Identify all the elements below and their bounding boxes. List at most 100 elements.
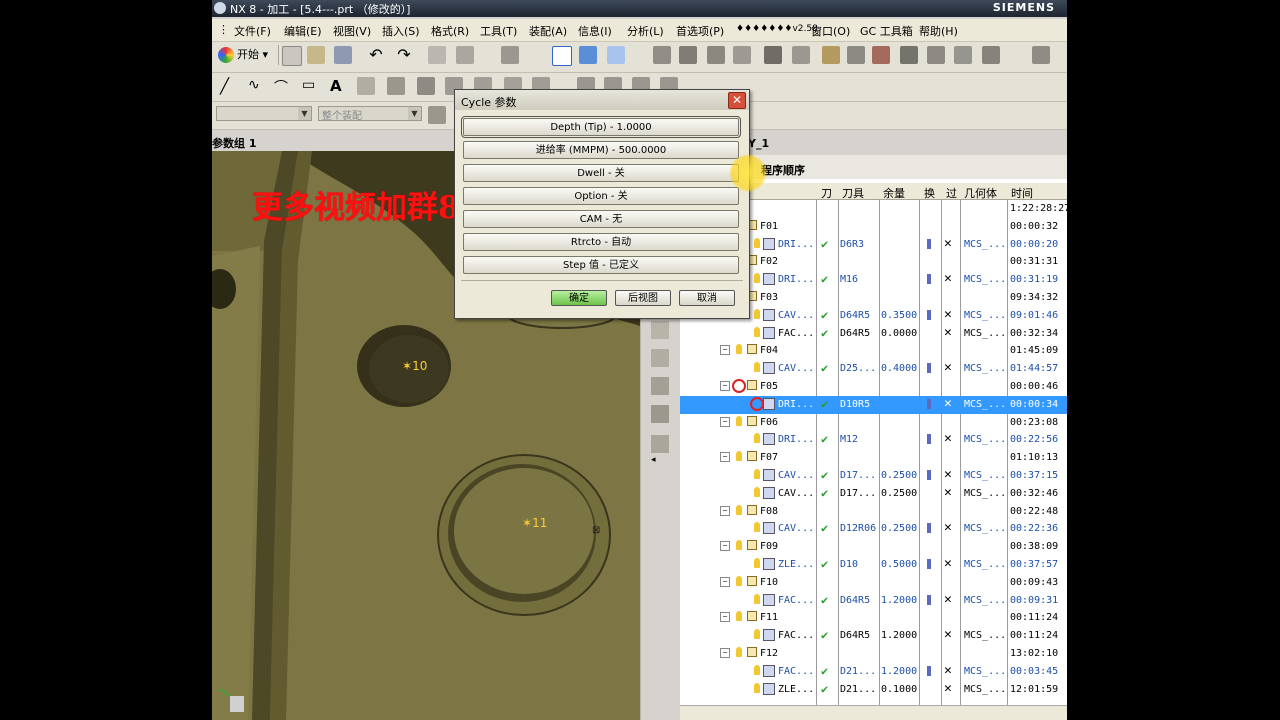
program-group-row[interactable]: − F07 01:10:13 xyxy=(680,449,1067,467)
menu-analysis[interactable]: 分析(L) xyxy=(627,23,664,39)
cut-icon[interactable] xyxy=(428,46,446,64)
operation-row[interactable]: ZLE... ✔ D21... 0.1000 ✕ MCS_... 12:01:59 xyxy=(680,681,1067,699)
menu-information[interactable]: 信息(I) xyxy=(578,23,612,39)
type-filter-combo[interactable]: ▼ xyxy=(216,106,312,121)
arc-icon[interactable]: ⌒ xyxy=(274,77,292,96)
create-program-icon[interactable] xyxy=(653,46,671,64)
shaded-cube-icon[interactable] xyxy=(579,46,597,64)
column-tool-change[interactable]: 换 xyxy=(924,185,935,201)
trim-icon[interactable] xyxy=(417,77,435,95)
create-tool-icon[interactable] xyxy=(679,46,697,64)
column-tool[interactable]: 刀具 xyxy=(842,185,864,201)
text-icon[interactable]: A xyxy=(330,77,348,95)
operation-row[interactable]: CAV... ✔ D25... 0.4000 ✕ MCS_... 01:44:57 xyxy=(680,360,1067,378)
selection-scope-combo[interactable]: 整个装配 ▼ xyxy=(318,106,422,122)
collapse-icon[interactable]: − xyxy=(720,452,730,463)
menu-gc-toolkit[interactable]: GC 工具箱 xyxy=(860,23,913,39)
fillet-icon[interactable] xyxy=(357,77,375,95)
collapse-icon[interactable]: − xyxy=(720,612,730,623)
column-tool-status[interactable]: 刀 xyxy=(821,185,832,201)
save-icon[interactable] xyxy=(334,46,352,64)
operation-icon[interactable] xyxy=(847,46,865,64)
ok-button[interactable]: 确定 xyxy=(551,290,607,306)
menu-format[interactable]: 格式(R) xyxy=(431,23,469,39)
feed-rate-button[interactable]: 进给率 (MMPM) - 500.0000 xyxy=(463,141,739,159)
program-group-row[interactable]: − F08 00:22:48 xyxy=(680,503,1067,521)
resource-bar-arrow-icon[interactable]: ◂ xyxy=(651,455,669,473)
menu-edit[interactable]: 编辑(E) xyxy=(284,23,322,39)
selection-filter-icon[interactable] xyxy=(428,106,446,124)
depth-tip-button[interactable]: Depth (Tip) - 1.0000 xyxy=(461,116,741,138)
operation-row[interactable]: DRI... ✔ D10R5 ✕ MCS_... 00:00:34 xyxy=(680,395,1067,414)
program-group-row[interactable]: − F11 00:11:24 xyxy=(680,609,1067,627)
program-group-row[interactable]: − F12 13:02:10 xyxy=(680,645,1067,663)
settings-icon[interactable] xyxy=(982,46,1000,64)
program-group-row[interactable]: − F05 00:00:46 xyxy=(680,378,1067,396)
menu-window[interactable]: 窗口(O) xyxy=(811,23,850,39)
step-value-button[interactable]: Step 值 - 已定义 xyxy=(463,256,739,274)
menu-plugin[interactable]: ♦♦♦♦♦♦♦v2.58 xyxy=(736,24,818,34)
program-group-row[interactable]: − F06 00:23:08 xyxy=(680,414,1067,432)
close-icon[interactable]: ✕ xyxy=(728,92,746,109)
navigator-horizontal-scrollbar[interactable] xyxy=(680,705,1067,720)
part-navigator-icon[interactable] xyxy=(651,377,669,395)
cancel-button[interactable]: 取消 xyxy=(679,290,735,306)
rectangle-icon[interactable]: ▭ xyxy=(302,77,320,95)
shop-docs-icon[interactable] xyxy=(792,46,810,64)
dwell-button[interactable]: Dwell - 关 xyxy=(463,164,739,182)
program-group-row[interactable]: − F09 00:38:09 xyxy=(680,538,1067,556)
operation-navigator-icon[interactable] xyxy=(651,435,669,453)
menu-insert[interactable]: 插入(S) xyxy=(382,23,420,39)
collapse-icon[interactable]: − xyxy=(720,576,730,587)
rtrcto-button[interactable]: Rtrcto - 自动 xyxy=(463,233,739,251)
operation-row[interactable]: CAV... ✔ D12R06 0.2500 ✕ MCS_... 00:22:36 xyxy=(680,520,1067,538)
collapse-icon[interactable]: − xyxy=(720,541,730,552)
program-group-row[interactable]: − F04 01:45:09 xyxy=(680,342,1067,360)
menu-tools[interactable]: 工具(T) xyxy=(480,23,517,39)
reuse-library-icon[interactable] xyxy=(651,405,669,423)
assembly-navigator-icon[interactable] xyxy=(651,321,669,339)
redo-icon[interactable]: ↷ xyxy=(395,46,413,64)
operation-row[interactable]: CAV... ✔ D17... 0.2500 ✕ MCS_... 00:37:15 xyxy=(680,467,1067,485)
collapse-icon[interactable]: − xyxy=(720,416,730,427)
column-path[interactable]: 过 xyxy=(946,185,957,201)
collapse-icon[interactable]: − xyxy=(720,345,730,356)
collapse-icon[interactable]: − xyxy=(720,381,730,391)
postprocess-icon[interactable] xyxy=(764,46,782,64)
operation-row[interactable]: CAV... ✔ D17... 0.2500 ✕ MCS_... 00:32:46 xyxy=(680,485,1067,503)
menu-assemblies[interactable]: 装配(A) xyxy=(529,23,567,39)
column-geometry[interactable]: 几何体 xyxy=(964,185,997,201)
open-folder-icon[interactable] xyxy=(307,46,325,64)
operation-row[interactable]: DRI... ✔ M12 ✕ MCS_... 00:22:56 xyxy=(680,431,1067,449)
menu-file[interactable]: 文件(F) xyxy=(234,23,271,39)
operation-row[interactable]: FAC... ✔ D64R5 1.2000 ✕ MCS_... 00:09:31 xyxy=(680,592,1067,610)
fit-view-icon[interactable] xyxy=(552,46,572,66)
simulate-icon[interactable] xyxy=(900,46,918,64)
cam-button[interactable]: CAM - 无 xyxy=(463,210,739,228)
column-stock[interactable]: 余量 xyxy=(883,185,905,201)
curve-icon[interactable]: ∿ xyxy=(248,77,266,95)
wireframe-cube-icon[interactable] xyxy=(607,46,625,64)
program-group-row[interactable]: − F10 00:09:43 xyxy=(680,574,1067,592)
collapse-icon[interactable]: − xyxy=(720,505,730,516)
offset-icon[interactable] xyxy=(387,77,405,95)
menu-view[interactable]: 视图(V) xyxy=(333,23,371,39)
operation-row[interactable]: FAC... ✔ D64R5 0.0000 ✕ MCS_... 00:32:34 xyxy=(680,325,1067,343)
create-method-icon[interactable] xyxy=(733,46,751,64)
list-icon[interactable] xyxy=(927,46,945,64)
manage-icon[interactable] xyxy=(954,46,972,64)
line-icon[interactable]: ╱ xyxy=(220,77,238,95)
back-button[interactable]: 后视图 xyxy=(615,290,671,306)
copy-icon[interactable] xyxy=(456,46,474,64)
start-button[interactable]: 开始 ▾ xyxy=(218,46,268,63)
menu-help[interactable]: 帮助(H) xyxy=(919,23,958,39)
operation-row[interactable]: FAC... ✔ D21... 1.2000 ✕ MCS_... 00:03:45 xyxy=(680,663,1067,681)
undo-icon[interactable]: ↶ xyxy=(367,46,385,64)
column-time[interactable]: 时间 xyxy=(1011,185,1033,201)
create-geometry-icon[interactable] xyxy=(707,46,725,64)
menu-preferences[interactable]: 首选项(P) xyxy=(676,23,724,39)
verify-icon[interactable] xyxy=(872,46,890,64)
extra-icon[interactable] xyxy=(1032,46,1050,64)
operation-row[interactable]: FAC... ✔ D64R5 1.2000 ✕ MCS_... 00:11:24 xyxy=(680,627,1067,645)
collapse-icon[interactable]: − xyxy=(720,648,730,658)
